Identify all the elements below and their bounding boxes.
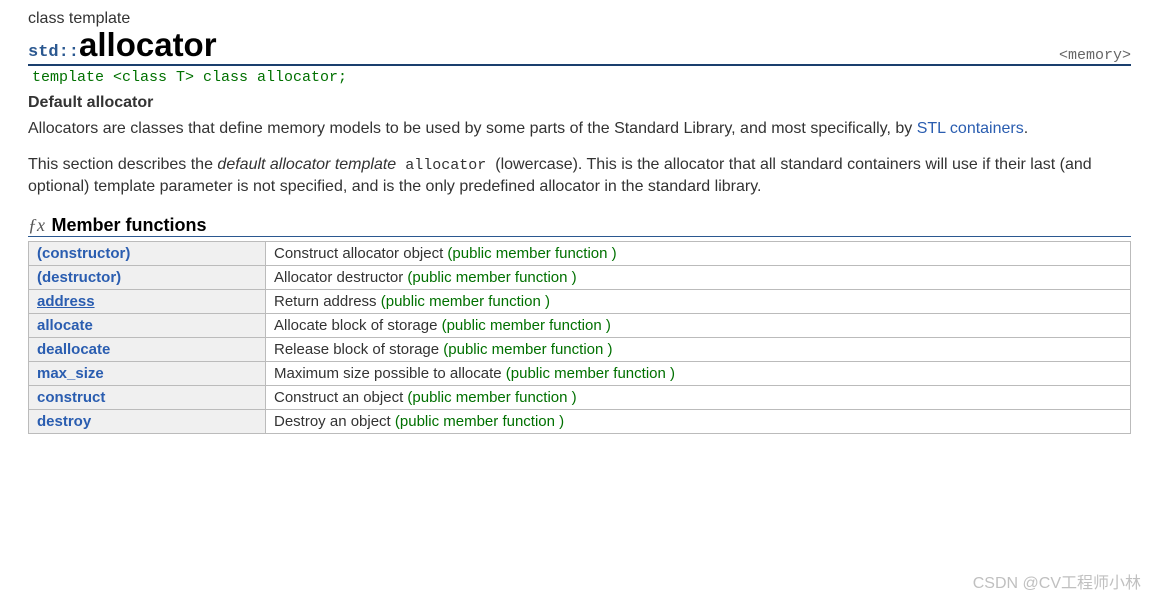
member-desc-cell: Allocate block of storage (public member… <box>266 314 1131 338</box>
member-name-cell: allocate <box>29 314 266 338</box>
signature-box: template <class T> class allocator; <box>28 64 1131 88</box>
member-desc: Construct allocator object <box>274 245 447 262</box>
member-name-cell: max_size <box>29 362 266 386</box>
member-link[interactable]: construct <box>37 389 105 406</box>
member-name-cell: (destructor) <box>29 266 266 290</box>
table-row: allocate Allocate block of storage (publi… <box>29 314 1131 338</box>
member-category: (public member function ) <box>407 269 576 286</box>
paragraph-2: This section describes the default alloc… <box>28 154 1131 198</box>
member-category: (public member function ) <box>381 293 550 310</box>
table-row: destroy Destroy an object (public member … <box>29 410 1131 434</box>
member-desc-cell: Construct allocator object (public membe… <box>266 242 1131 266</box>
page-title: allocator <box>79 26 217 63</box>
member-link[interactable]: (constructor) <box>37 245 130 262</box>
members-table: (constructor) Construct allocator object … <box>28 241 1131 434</box>
fx-icon: ƒx <box>28 215 45 235</box>
table-row: deallocate Release block of storage (publ… <box>29 338 1131 362</box>
table-row: (destructor) Allocator destructor (public… <box>29 266 1131 290</box>
member-desc: Maximum size possible to allocate <box>274 365 506 382</box>
member-category: (public member function ) <box>442 317 611 334</box>
title-left: std::allocator <box>28 26 217 64</box>
member-desc-cell: Destroy an object (public member functio… <box>266 410 1131 434</box>
member-link[interactable]: deallocate <box>37 341 110 358</box>
member-link[interactable]: max_size <box>37 365 104 382</box>
member-link[interactable]: allocate <box>37 317 93 334</box>
table-row: max_size Maximum size possible to allocat… <box>29 362 1131 386</box>
member-category: (public member function ) <box>395 413 564 430</box>
member-desc: Return address <box>274 293 381 310</box>
member-link[interactable]: destroy <box>37 413 91 430</box>
table-row: construct Construct an object (public mem… <box>29 386 1131 410</box>
table-row: address Return address (public member fun… <box>29 290 1131 314</box>
stl-containers-link[interactable]: STL containers <box>917 120 1024 137</box>
member-name-cell: construct <box>29 386 266 410</box>
member-category: (public member function ) <box>447 245 616 262</box>
member-category: (public member function ) <box>443 341 612 358</box>
table-row: (constructor) Construct allocator object … <box>29 242 1131 266</box>
title-row: std::allocator <memory> <box>28 26 1131 64</box>
member-name-cell: (constructor) <box>29 242 266 266</box>
para2-mono: allocator <box>396 157 495 174</box>
member-desc-cell: Allocator destructor (public member func… <box>266 266 1131 290</box>
sub-heading: Default allocator <box>28 94 1131 112</box>
member-category: (public member function ) <box>506 365 675 382</box>
member-link[interactable]: (destructor) <box>37 269 121 286</box>
header-include: <memory> <box>1059 47 1131 64</box>
para1-pre: Allocators are classes that define memor… <box>28 120 917 137</box>
signature-text: template <class T> class allocator; <box>32 69 347 86</box>
paragraph-1: Allocators are classes that define memor… <box>28 118 1131 140</box>
member-desc: Destroy an object <box>274 413 395 430</box>
member-desc-cell: Release block of storage (public member … <box>266 338 1131 362</box>
namespace-text: std:: <box>28 43 79 62</box>
member-name-cell: deallocate <box>29 338 266 362</box>
member-desc-cell: Return address (public member function ) <box>266 290 1131 314</box>
member-desc-cell: Maximum size possible to allocate (publi… <box>266 362 1131 386</box>
member-desc: Allocate block of storage <box>274 317 442 334</box>
watermark: CSDN @CV工程师小林 <box>973 569 1141 593</box>
member-name-cell: destroy <box>29 410 266 434</box>
member-desc-cell: Construct an object (public member funct… <box>266 386 1131 410</box>
member-desc: Construct an object <box>274 389 407 406</box>
member-desc: Allocator destructor <box>274 269 407 286</box>
member-category: (public member function ) <box>407 389 576 406</box>
member-name-cell: address <box>29 290 266 314</box>
member-desc: Release block of storage <box>274 341 443 358</box>
section-heading: ƒx Member functions <box>28 215 1131 237</box>
para1-post: . <box>1024 120 1028 137</box>
section-title: Member functions <box>51 215 206 235</box>
member-link[interactable]: address <box>37 293 95 310</box>
para2-a: This section describes the <box>28 156 217 173</box>
para2-emph: default allocator template <box>217 156 396 173</box>
